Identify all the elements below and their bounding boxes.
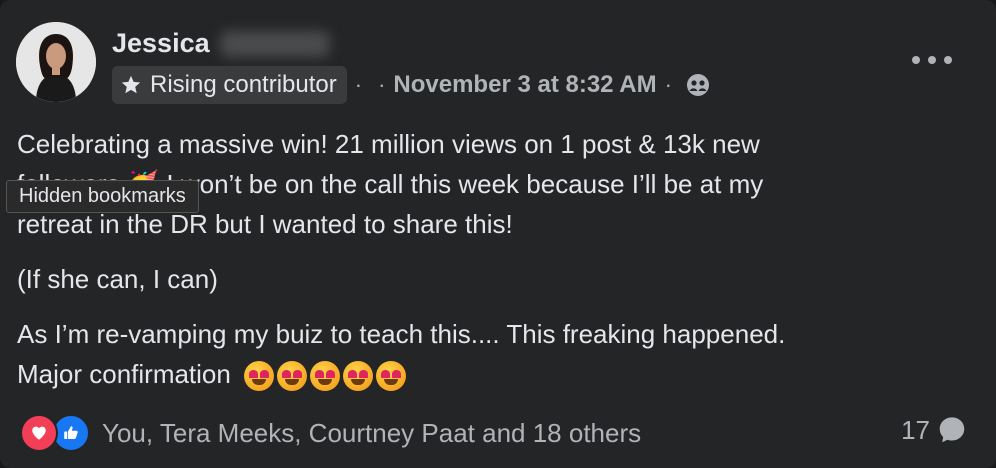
comment-count-value: 17 [901, 414, 930, 445]
reactions-summary[interactable]: You, Tera Meeks, Courtney Paat and 18 ot… [20, 414, 641, 452]
author-name[interactable]: Jessica [112, 28, 330, 59]
meta-separator-2: · [378, 72, 386, 97]
post-line: Celebrating a massive win! 21 million vi… [17, 129, 760, 159]
comment-bubble-icon [939, 417, 965, 443]
meta-separator-3: · [664, 72, 672, 97]
post-line: retreat in the DR but I wanted to share … [17, 209, 513, 239]
heart-eyes-emoji-icon [310, 361, 341, 392]
star-icon [121, 75, 141, 94]
heart-eyes-emoji-icon [376, 361, 407, 392]
badge-label: Rising contributor [150, 71, 337, 98]
love-icon [20, 414, 58, 452]
heart-eyes-emoji-icon [244, 361, 275, 392]
comments-count[interactable]: 17 [901, 414, 968, 446]
post-paragraph-3: As I’m re-vamping my buiz to teach this.… [17, 314, 977, 394]
post-line: As I’m re-vamping my buiz to teach this.… [17, 319, 786, 349]
emoji-row [244, 361, 409, 392]
more-dot-icon [912, 56, 920, 64]
post-line: Major confirmation [17, 359, 231, 389]
post-meta: Rising contributor · · November 3 at 8:3… [112, 66, 710, 104]
author-first-name[interactable]: Jessica [112, 28, 210, 59]
author-avatar[interactable] [16, 22, 96, 102]
post-body: Celebrating a massive win! 21 million vi… [17, 124, 977, 409]
reaction-names[interactable]: You, Tera Meeks, Courtney Paat and 18 ot… [102, 418, 641, 449]
heart-eyes-emoji-icon [277, 361, 308, 392]
meta-separator: · [354, 72, 363, 97]
redacted-surname [219, 30, 330, 57]
more-dot-icon [928, 56, 936, 64]
post-paragraph-2: (If she can, I can) [17, 264, 218, 294]
more-dot-icon [944, 56, 952, 64]
group-icon[interactable] [686, 73, 710, 97]
more-options-button[interactable] [912, 48, 952, 72]
hidden-bookmarks-tooltip: Hidden bookmarks [6, 180, 199, 213]
post-timestamp[interactable]: November 3 at 8:32 AM [393, 71, 656, 99]
heart-eyes-emoji-icon [343, 361, 374, 392]
post-card: Jessica Rising contributor · · November … [0, 0, 996, 468]
rising-contributor-badge[interactable]: Rising contributor [112, 66, 347, 104]
